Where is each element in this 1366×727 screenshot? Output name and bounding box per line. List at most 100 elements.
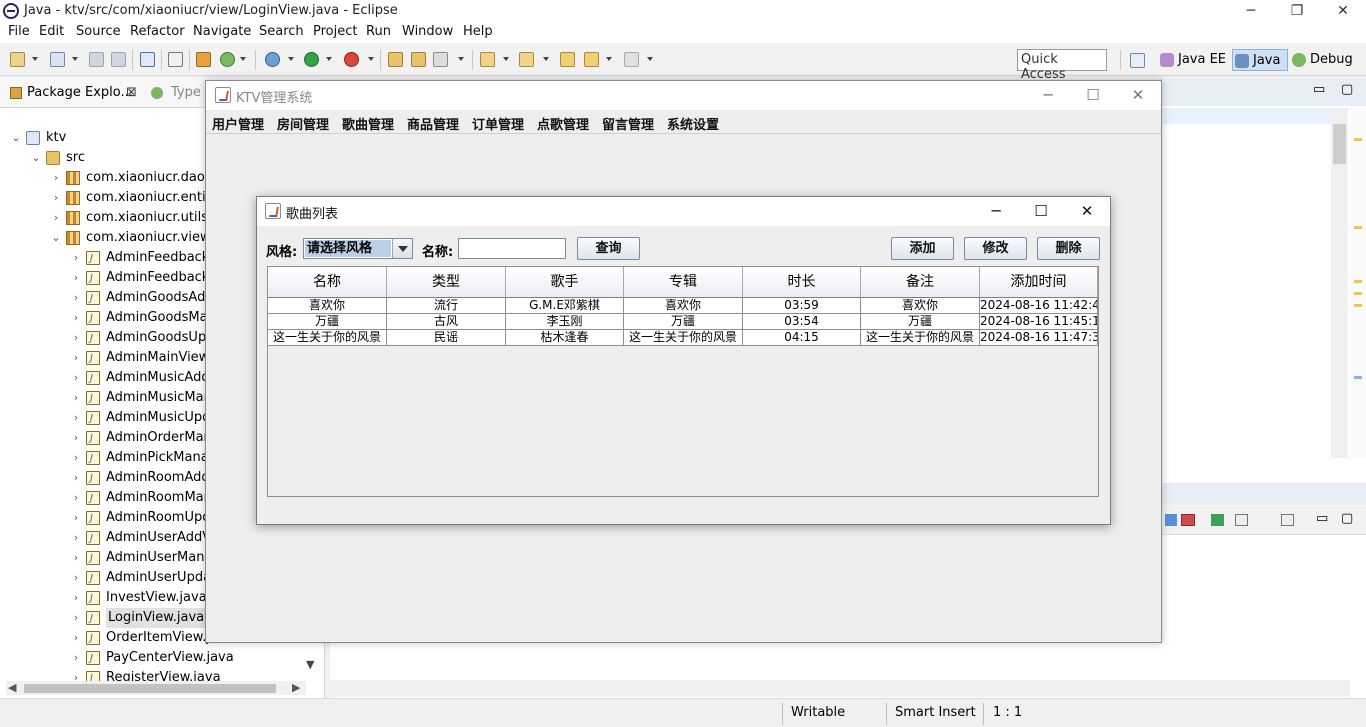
search-tool-icon[interactable] [433,52,448,67]
ktv-maximize-icon[interactable]: ☐ [1070,81,1116,110]
table-row[interactable]: 万疆 古风 李玉刚 万疆 03:54 万疆 2024-08-16 11:45:16 [268,314,1098,330]
expand-arrow-icon[interactable]: › [70,508,82,528]
new-dropdown-icon[interactable] [32,57,38,61]
tab-package-explorer[interactable]: Package Explo... [27,85,133,100]
scrollbar-thumb[interactable] [24,684,276,693]
dialog-minimize-icon[interactable]: ─ [973,197,1019,226]
menu-run[interactable]: Run [366,24,391,39]
new-icon[interactable] [10,52,25,67]
run-icon[interactable] [304,52,319,67]
minimize-icon[interactable]: ─ [1228,0,1274,22]
dialog-maximize-icon[interactable]: ☐ [1018,197,1064,226]
perspective-java-ee[interactable]: Java EE [1158,49,1226,71]
refresh-icon[interactable] [220,52,235,67]
expand-arrow-icon[interactable]: › [70,628,82,648]
expand-arrow-icon[interactable]: › [70,388,82,408]
close-tab-icon[interactable]: ⊠ [126,85,137,100]
forward-dropdown-icon[interactable] [647,57,653,61]
refresh-dropdown-icon[interactable] [240,57,246,61]
restore-icon[interactable]: ❐ [1274,0,1320,22]
back-icon[interactable] [584,52,599,67]
menu-file[interactable]: File [8,24,30,39]
expand-arrow-icon[interactable]: › [70,588,82,608]
next-annotation-icon[interactable] [480,52,495,67]
ktv-minimize-icon[interactable]: ─ [1025,81,1071,110]
menu-navigate[interactable]: Navigate [193,24,251,39]
expand-arrow-icon[interactable]: › [70,308,82,328]
menu-order-management[interactable]: 订单管理 [472,114,524,133]
open-perspective-icon[interactable] [1130,53,1145,68]
last-edit-icon[interactable] [560,52,575,67]
expand-arrow-icon[interactable]: › [70,548,82,568]
column-header[interactable]: 时长 [743,267,861,298]
expand-arrow-icon[interactable]: › [50,168,62,188]
expand-arrow-icon[interactable]: › [70,428,82,448]
expand-arrow-icon[interactable]: › [70,648,82,668]
collapse-arrow-icon[interactable]: ⌄ [30,148,42,168]
display-console-icon[interactable] [1235,514,1248,526]
new-project-dropdown-icon[interactable] [72,57,78,61]
console-view-icon[interactable] [1165,514,1177,526]
query-button[interactable]: 查询 [577,237,640,260]
maximize-console-icon[interactable]: ▢ [1341,511,1353,526]
delete-button[interactable]: 删除 [1037,237,1100,260]
new-project-icon[interactable] [50,52,65,67]
back-dropdown-icon[interactable] [606,57,612,61]
external-tools-icon[interactable] [344,52,359,67]
expand-arrow-icon[interactable]: › [70,488,82,508]
annotation-mark[interactable] [1354,304,1362,307]
editor-horizontal-scrollbar[interactable] [330,680,1350,697]
expand-arrow-icon[interactable]: › [70,328,82,348]
scroll-right-icon[interactable]: ▶ [292,681,300,694]
remove-launch-icon[interactable] [1181,514,1195,526]
dialog-close-icon[interactable]: ✕ [1064,197,1110,226]
debug-icon[interactable] [265,52,280,67]
open-type-icon[interactable] [388,52,403,67]
expand-arrow-icon[interactable]: › [70,288,82,308]
annotation-mark[interactable] [1354,376,1362,379]
explorer-horizontal-scrollbar[interactable]: ◀ ▶ [6,681,306,695]
expand-arrow-icon[interactable]: › [70,248,82,268]
column-header[interactable]: 歌手 [506,267,624,298]
column-header[interactable]: 名称 [268,267,387,298]
console-icon[interactable] [140,52,155,67]
menu-user-management[interactable]: 用户管理 [212,114,264,133]
annotation-mark[interactable] [1354,138,1362,141]
expand-arrow-icon[interactable]: › [70,368,82,388]
menu-system-settings[interactable]: 系统设置 [667,114,719,133]
expand-arrow-icon[interactable]: › [50,208,62,228]
external-tools-dropdown-icon[interactable] [368,57,374,61]
menu-source[interactable]: Source [76,24,121,39]
expand-arrow-icon[interactable]: › [50,188,62,208]
skip-breakpoints-icon[interactable] [168,52,183,67]
expand-arrow-icon[interactable]: › [70,568,82,588]
menu-search[interactable]: Search [259,24,304,39]
open-folder-icon[interactable] [411,52,426,67]
prev-annotation-dropdown-icon[interactable] [543,57,549,61]
prev-annotation-icon[interactable] [519,52,534,67]
close-icon[interactable]: ✕ [1320,0,1366,22]
debug-dropdown-icon[interactable] [288,57,294,61]
search-dropdown-icon[interactable] [458,57,464,61]
column-header[interactable]: 备注 [861,267,980,298]
table-row[interactable]: 这一生关于你的风景 民谣 枯木逢春 这一生关于你的风景 04:15 这一生关于你的风景 20… [268,330,1098,346]
build-icon[interactable] [196,52,211,67]
expand-arrow-icon[interactable]: › [70,528,82,548]
maximize-view-icon[interactable]: ▢ [1341,82,1353,97]
annotation-mark[interactable] [1354,226,1362,229]
quick-access-input[interactable]: Quick Access [1017,49,1107,82]
column-header[interactable]: 类型 [387,267,506,298]
add-button[interactable]: 添加 [891,237,954,260]
perspective-debug[interactable]: Debug [1290,49,1353,71]
pin-console-icon[interactable] [1211,514,1224,526]
menu-refactor[interactable]: Refactor [130,24,185,39]
collapse-arrow-icon[interactable]: ⌄ [50,228,62,248]
minimize-view-icon[interactable]: ▭ [1313,82,1325,97]
open-console-icon[interactable] [1281,514,1294,526]
table-row[interactable]: 喜欢你 流行 G.M.E邓紫棋 喜欢你 03:59 喜欢你 2024-08-16 11:42… [268,298,1098,314]
column-header[interactable]: 专辑 [624,267,743,298]
column-header[interactable]: 添加时间 [980,267,1098,298]
minimize-console-icon[interactable]: ▭ [1316,511,1328,526]
next-annotation-dropdown-icon[interactable] [503,57,509,61]
save-all-icon[interactable] [111,52,126,67]
